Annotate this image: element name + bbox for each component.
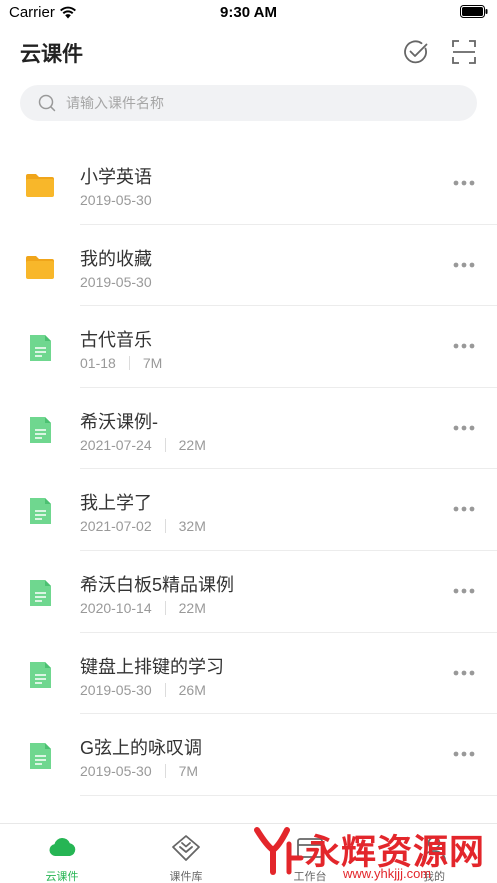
meta-divider — [164, 519, 166, 534]
document-icon — [30, 661, 51, 688]
search-icon — [38, 94, 56, 112]
item-title: 小学英语 — [80, 167, 152, 187]
item-date: 2019-05-30 — [80, 192, 152, 208]
cloud-icon — [49, 837, 76, 856]
list-item[interactable]: 小学英语 2019-05-30 — [0, 143, 497, 225]
item-date: 01-18 — [80, 355, 116, 372]
watermark-url: www.yhkjjj.com — [343, 866, 432, 881]
site-watermark: 永辉资源网 www.yhkjjj.com — [253, 822, 497, 883]
courseware-list: 小学英语 2019-05-30 我的收藏 2019-05-30 古代音乐 01-18 7M 希… — [0, 143, 497, 796]
tab-label: 课件库 — [169, 871, 203, 883]
search-bar — [20, 85, 477, 121]
more-options-icon[interactable] — [452, 342, 476, 350]
list-item[interactable]: G弦上的咏叹调 2019-05-30 7M — [0, 714, 497, 796]
more-options-icon[interactable] — [452, 587, 476, 595]
document-icon — [30, 416, 51, 443]
library-icon — [172, 835, 200, 861]
tab-label: 云课件 — [45, 871, 79, 883]
more-options-icon[interactable] — [452, 261, 476, 269]
item-size: 22M — [178, 436, 206, 453]
tab-cloud-courseware[interactable]: 云课件 — [0, 824, 124, 883]
status-bar: Carrier 9:30 AM — [0, 0, 497, 26]
item-size: 26M — [178, 681, 206, 698]
item-title: 我的收藏 — [80, 248, 152, 269]
search-input[interactable] — [66, 85, 456, 121]
list-item[interactable]: 我的收藏 2019-05-30 — [0, 225, 497, 307]
more-options-icon[interactable] — [452, 179, 476, 187]
item-size: 7M — [178, 763, 199, 780]
item-meta: 2021-07-02 32M — [80, 518, 206, 534]
meta-divider — [164, 682, 166, 697]
item-date: 2019-05-30 — [80, 681, 152, 698]
list-item[interactable]: 我上学了 2021-07-02 32M — [0, 469, 497, 551]
folder-icon — [26, 174, 54, 197]
scan-icon[interactable] — [451, 39, 477, 65]
page-title: 云课件 — [20, 43, 83, 66]
document-icon — [30, 743, 51, 770]
item-date: 2020-10-14 — [80, 599, 152, 616]
item-size: 7M — [142, 355, 163, 372]
more-options-icon[interactable] — [452, 750, 476, 758]
item-meta: 2019-05-30 — [80, 192, 152, 208]
item-title: G弦上的咏叹调 — [80, 738, 203, 759]
watermark-logo-icon — [254, 827, 304, 875]
folder-icon — [26, 255, 54, 279]
item-title: 我上学了 — [80, 493, 152, 514]
document-icon — [30, 498, 51, 525]
item-meta: 2019-05-30 26M — [80, 682, 206, 698]
meta-divider — [164, 600, 166, 615]
tab-courseware-library[interactable]: 课件库 — [124, 824, 248, 883]
status-time: 9:30 AM — [220, 4, 277, 21]
item-meta: 01-18 7M — [80, 355, 162, 371]
meta-divider — [164, 437, 166, 452]
list-item[interactable]: 键盘上排键的学习 2019-05-30 26M — [0, 633, 497, 715]
item-title: 古代音乐 — [80, 330, 152, 351]
list-item[interactable]: 古代音乐 01-18 7M — [0, 306, 497, 388]
more-options-icon[interactable] — [452, 669, 476, 677]
item-meta: 2021-07-24 22M — [80, 437, 206, 453]
battery-icon — [460, 5, 488, 18]
list-item[interactable]: 希沃课例- 2021-07-24 22M — [0, 388, 497, 470]
item-date: 2021-07-02 — [80, 518, 152, 535]
item-title: 希沃课例- — [80, 411, 158, 432]
document-icon — [30, 579, 51, 606]
item-date: 2019-05-30 — [80, 763, 152, 780]
meta-divider — [128, 356, 130, 371]
more-options-icon[interactable] — [452, 505, 476, 513]
item-title: 希沃白板5精品课例 — [80, 574, 235, 595]
item-date: 2019-05-30 — [80, 273, 152, 290]
row-divider — [80, 794, 497, 796]
item-title: 键盘上排键的学习 — [80, 656, 224, 677]
meta-divider — [164, 764, 166, 779]
header: 云课件 — [0, 26, 497, 78]
item-meta: 2020-10-14 22M — [80, 600, 206, 616]
more-options-icon[interactable] — [452, 424, 476, 432]
select-check-icon[interactable] — [403, 39, 429, 65]
list-item[interactable]: 希沃白板5精品课例 2020-10-14 22M — [0, 551, 497, 633]
item-size: 22M — [178, 599, 206, 616]
item-meta: 2019-05-30 — [80, 274, 152, 290]
item-size: 32M — [178, 518, 206, 535]
item-date: 2021-07-24 — [80, 436, 152, 453]
document-icon — [30, 335, 51, 362]
item-meta: 2019-05-30 7M — [80, 763, 198, 779]
